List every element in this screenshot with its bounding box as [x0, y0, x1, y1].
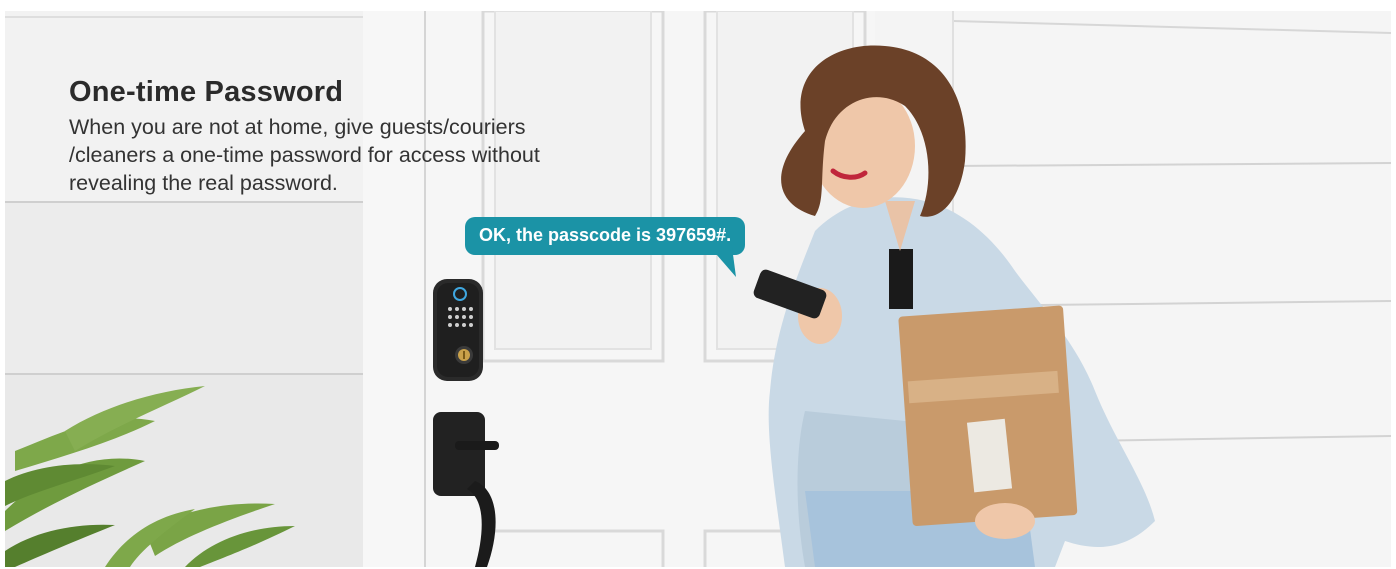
- description-line: When you are not at home, give guests/co…: [69, 115, 526, 139]
- speech-bubble: OK, the passcode is 397659#.: [465, 217, 746, 255]
- smart-lock-keypad: [433, 279, 483, 381]
- headline-block: One-time Password When you are not at ho…: [69, 75, 629, 197]
- feature-description: When you are not at home, give guests/co…: [69, 113, 629, 197]
- page-title: One-time Password: [69, 76, 344, 108]
- speech-bubble-tail: [710, 247, 736, 277]
- description-line: /cleaners a one-time password for access…: [69, 143, 540, 167]
- description-line: revealing the real password.: [69, 171, 338, 195]
- cardboard-package: [898, 305, 1078, 527]
- banner-scene: One-time Password When you are not at ho…: [5, 11, 1391, 567]
